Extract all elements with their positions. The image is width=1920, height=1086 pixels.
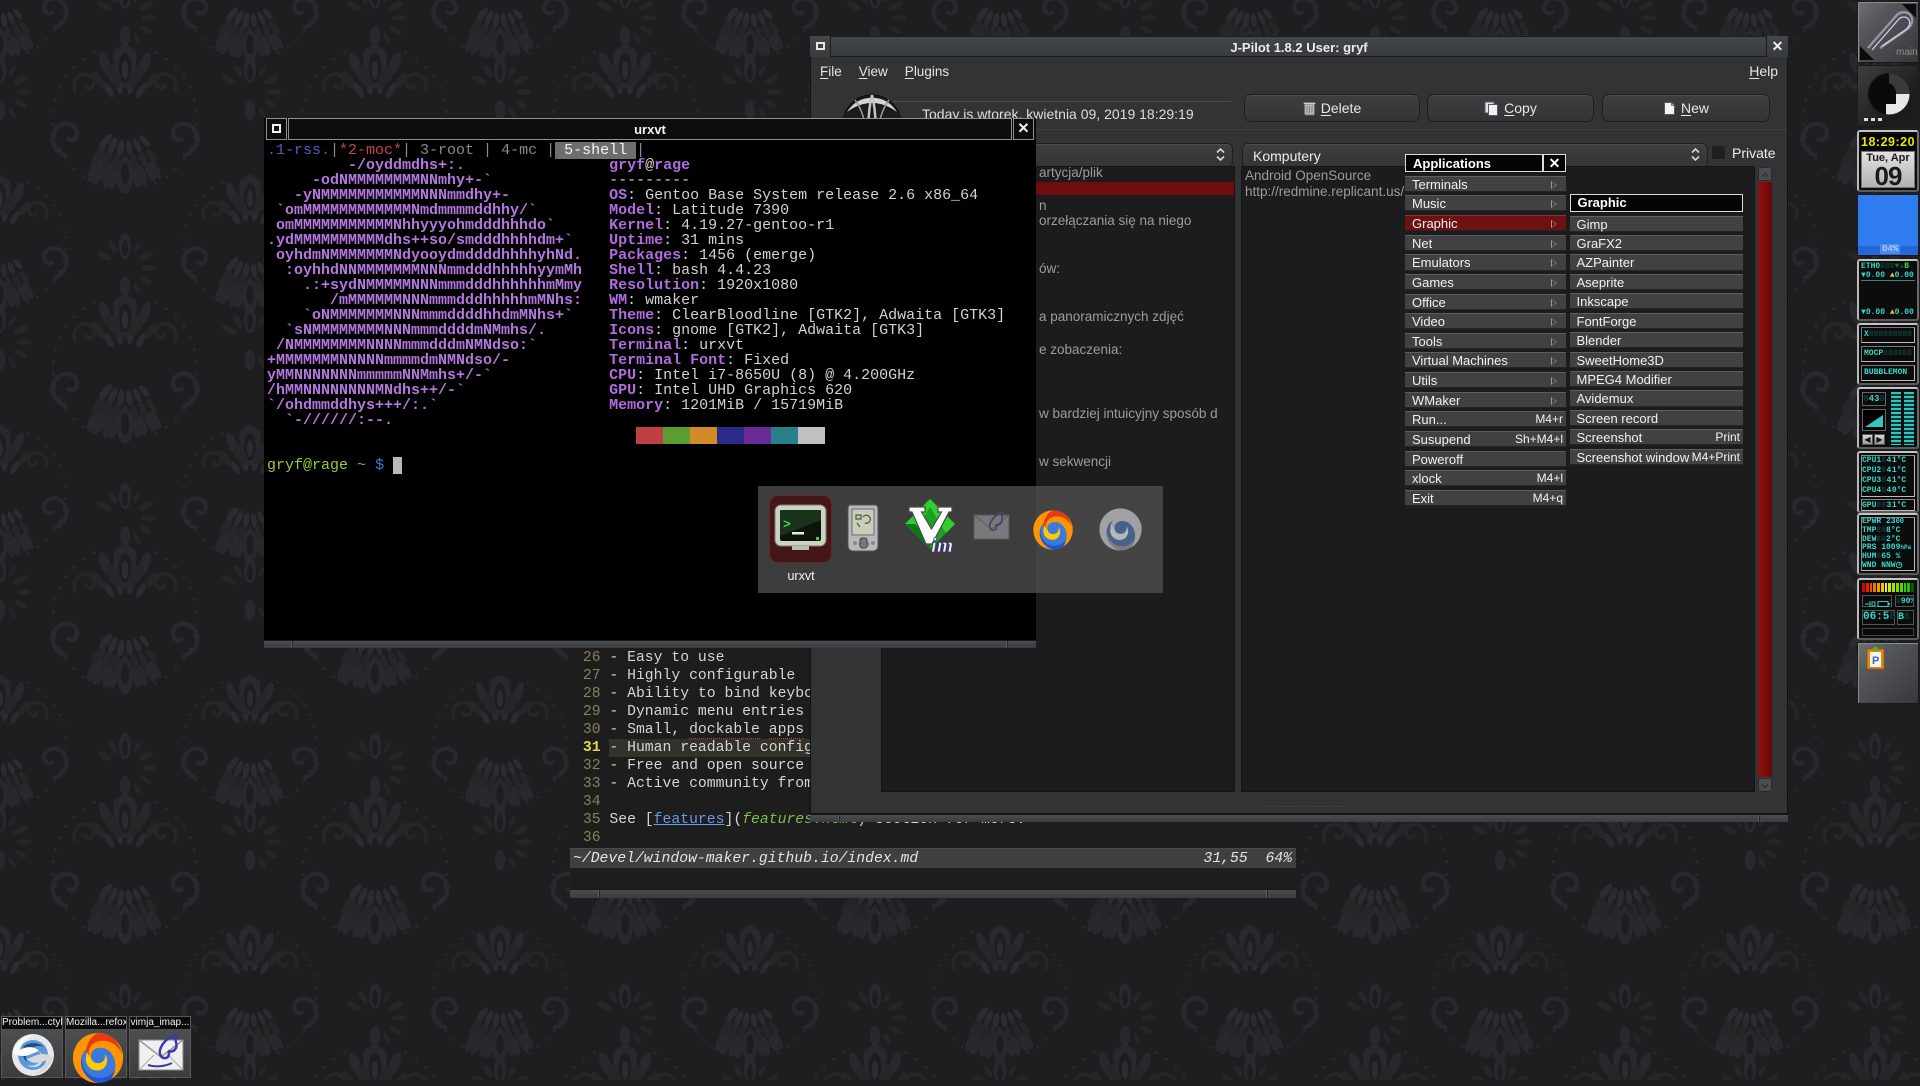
svg-text:>: > bbox=[783, 517, 791, 532]
svg-text:im: im bbox=[931, 533, 953, 556]
svg-text:P: P bbox=[1872, 655, 1879, 667]
svg-text:main: main bbox=[1896, 47, 1918, 58]
